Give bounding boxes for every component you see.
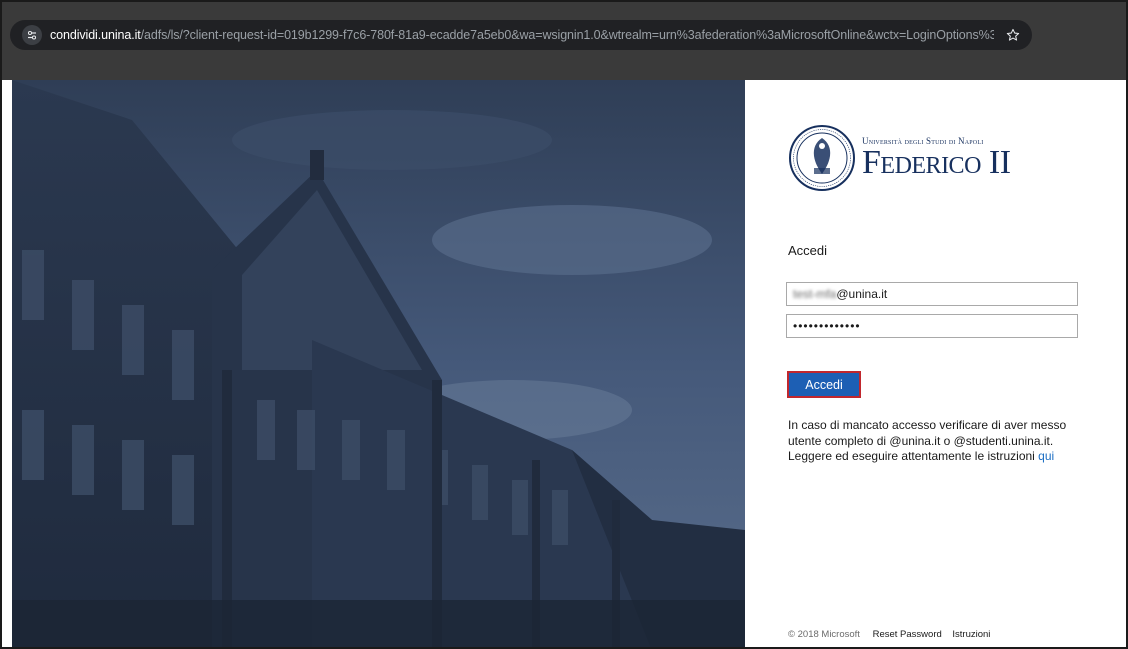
university-seal-icon [789, 125, 855, 191]
istruzioni-link[interactable]: Istruzioni [952, 629, 990, 640]
url-domain: condividi.unina.it [50, 28, 141, 42]
building-illustration [12, 80, 745, 647]
login-heading: Accedi [788, 243, 828, 258]
url-path: /adfs/ls/?client-request-id=019b1299-f7c… [140, 28, 994, 42]
username-blurred-prefix: test-mfa [793, 287, 837, 301]
help-message: In caso di mancato accesso verificare di… [788, 418, 1067, 463]
instructions-link[interactable]: qui [1038, 449, 1054, 463]
password-masked-value: ••••••••••••• [793, 319, 861, 333]
help-text: In caso di mancato accesso verificare di… [788, 418, 1088, 465]
password-field[interactable]: ••••••••••••• [786, 314, 1078, 338]
username-field[interactable]: test-mfa @unina.it [786, 282, 1078, 306]
reset-password-link[interactable]: Reset Password [873, 629, 942, 640]
url-text[interactable]: condividi.unina.it/adfs/ls/?client-reque… [50, 28, 994, 42]
address-bar[interactable]: condividi.unina.it/adfs/ls/?client-reque… [10, 20, 1032, 50]
background-image [12, 80, 745, 647]
copyright-text: © 2018 Microsoft [788, 629, 860, 640]
footer: © 2018 Microsoft Reset Password Istruzio… [788, 629, 998, 640]
sign-in-button[interactable]: Accedi [787, 371, 861, 398]
browser-toolbar: condividi.unina.it/adfs/ls/?client-reque… [2, 2, 1126, 80]
screenshot-frame: condividi.unina.it/adfs/ls/?client-reque… [0, 0, 1128, 649]
username-domain-suffix: @unina.it [836, 287, 888, 301]
logo-federico-line: Federico II [862, 144, 1011, 181]
login-panel: Università degli Studi di Napoli Federic… [745, 80, 1126, 647]
site-info-icon[interactable] [22, 25, 42, 45]
university-logo: Università degli Studi di Napoli Federic… [788, 122, 1018, 194]
bookmark-star-icon[interactable] [1004, 26, 1022, 44]
